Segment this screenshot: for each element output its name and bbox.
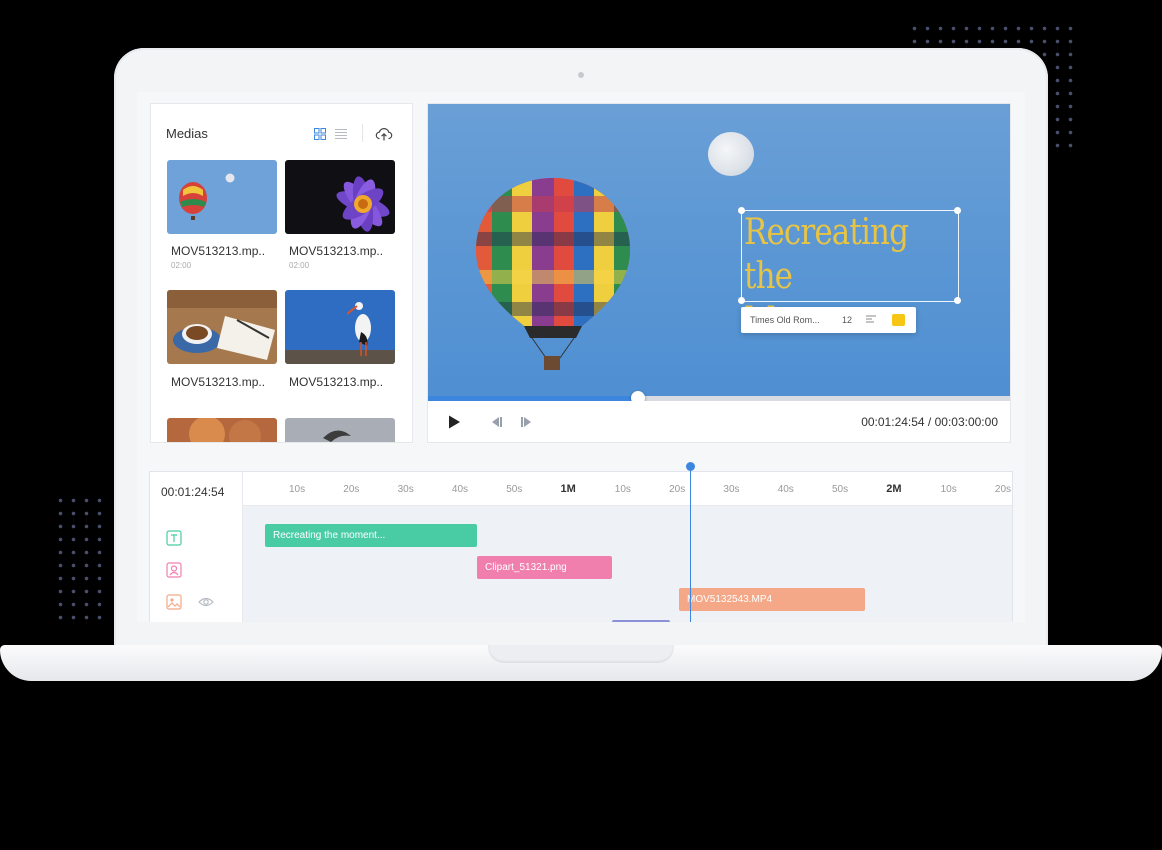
- ruler-tick-label: 10s: [940, 484, 957, 495]
- timeline-clip-text[interactable]: Recreating the moment...: [265, 524, 477, 547]
- image-track-icon[interactable]: [166, 594, 182, 610]
- video-preview-panel: Recreating the Moment... Times Old Rom..…: [427, 103, 1011, 443]
- media-item-name: MOV513213.mp..: [171, 244, 266, 258]
- toolbar-divider: [362, 124, 363, 142]
- video-canvas[interactable]: Recreating the Moment... Times Old Rom..…: [428, 104, 1010, 396]
- media-item-name: MOV513213.mp..: [289, 375, 384, 389]
- text-overlay-line: Recreating: [744, 212, 909, 253]
- ruler-tick-label: 1M: [560, 483, 576, 495]
- media-thumbnail-balloon[interactable]: [167, 160, 277, 234]
- media-item-duration: 02:00: [289, 261, 310, 270]
- media-thumbnail-flower[interactable]: [285, 160, 395, 234]
- ruler-tick-label: 50s: [506, 484, 523, 495]
- timeline-track-headers: 00:01:24:54: [150, 472, 243, 622]
- ruler-tick-label: 30s: [397, 484, 414, 495]
- ruler-tick-label: 20s: [669, 484, 686, 495]
- timeline-playhead-handle[interactable]: [686, 462, 695, 471]
- media-item-duration: 02:00: [171, 261, 192, 270]
- list-view-icon[interactable]: [335, 128, 347, 140]
- next-frame-icon[interactable]: [520, 415, 534, 429]
- resize-handle[interactable]: [954, 297, 961, 304]
- ruler-tick-label: 30s: [723, 484, 740, 495]
- media-item-name: MOV513213.mp..: [289, 244, 384, 258]
- hot-air-balloon: [476, 178, 630, 370]
- play-icon[interactable]: [446, 414, 462, 430]
- previous-frame-icon[interactable]: [489, 415, 503, 429]
- timeline-clip-video[interactable]: MOV5132543.MP4: [679, 588, 865, 611]
- timeline-panel: 00:01:24:54 10s 20s 30s 40s 50s 1M 10s 20s 30s 40…: [149, 471, 1013, 622]
- media-thumbnail-autumn[interactable]: [167, 418, 277, 443]
- timeline-ruler[interactable]: 10s 20s 30s 40s 50s 1M 10s 20s 30s 40s 50s 2M 10s 20s: [243, 472, 1012, 506]
- grid-view-icon[interactable]: [314, 128, 326, 140]
- playback-controls: 00:01:24:54 / 00:03:00:00: [428, 401, 1010, 442]
- moon: [708, 132, 754, 176]
- media-thumbnail-coffee[interactable]: [167, 290, 277, 364]
- text-track-icon[interactable]: [166, 530, 182, 546]
- media-thumbnail-bird[interactable]: [285, 418, 395, 443]
- webcam: [578, 72, 584, 78]
- playback-time: 00:01:24:54 / 00:03:00:00: [861, 415, 998, 429]
- ruler-tick-label: 40s: [451, 484, 469, 495]
- font-size-select[interactable]: 12: [842, 315, 852, 325]
- timeline-playhead[interactable]: [690, 465, 691, 622]
- media-item-name: MOV513213.mp..: [171, 375, 266, 389]
- eye-icon[interactable]: [198, 594, 214, 610]
- timeline-clip-clipart[interactable]: Clipart_51321.png: [477, 556, 612, 579]
- ruler-tick-label: 10s: [289, 484, 306, 495]
- font-family-select[interactable]: Times Old Rom...: [750, 315, 820, 325]
- text-format-toolbar: Times Old Rom... 12: [741, 307, 916, 333]
- media-thumbnail-stork[interactable]: [285, 290, 395, 364]
- laptop-notch: [488, 645, 674, 663]
- ruler-tick-label: 40s: [777, 484, 794, 495]
- ruler-tick-label: 10s: [614, 484, 631, 495]
- editor-screen: Medias MOV513213.mp.. 02:00 MOV513213.mp…: [137, 92, 1025, 622]
- text-color-swatch[interactable]: [892, 314, 905, 326]
- media-panel: Medias MOV513213.mp.. 02:00 MOV513213.mp…: [150, 103, 413, 443]
- align-left-icon[interactable]: [866, 315, 876, 325]
- ruler-tick-label: 20s: [994, 484, 1012, 495]
- timeline-current-time: 00:01:24:54: [161, 485, 225, 499]
- clipart-track-icon[interactable]: [166, 562, 182, 578]
- ruler-tick-label: 2M: [886, 483, 902, 495]
- media-panel-title: Medias: [166, 126, 208, 141]
- resize-handle[interactable]: [954, 207, 961, 214]
- ruler-tick-label: 50s: [832, 484, 849, 495]
- timeline-clip-audio[interactable]: [612, 620, 670, 622]
- ruler-tick-label: 20s: [343, 484, 360, 495]
- decorative-dots-bottom-left: [54, 494, 106, 624]
- cloud-upload-icon[interactable]: [375, 125, 393, 143]
